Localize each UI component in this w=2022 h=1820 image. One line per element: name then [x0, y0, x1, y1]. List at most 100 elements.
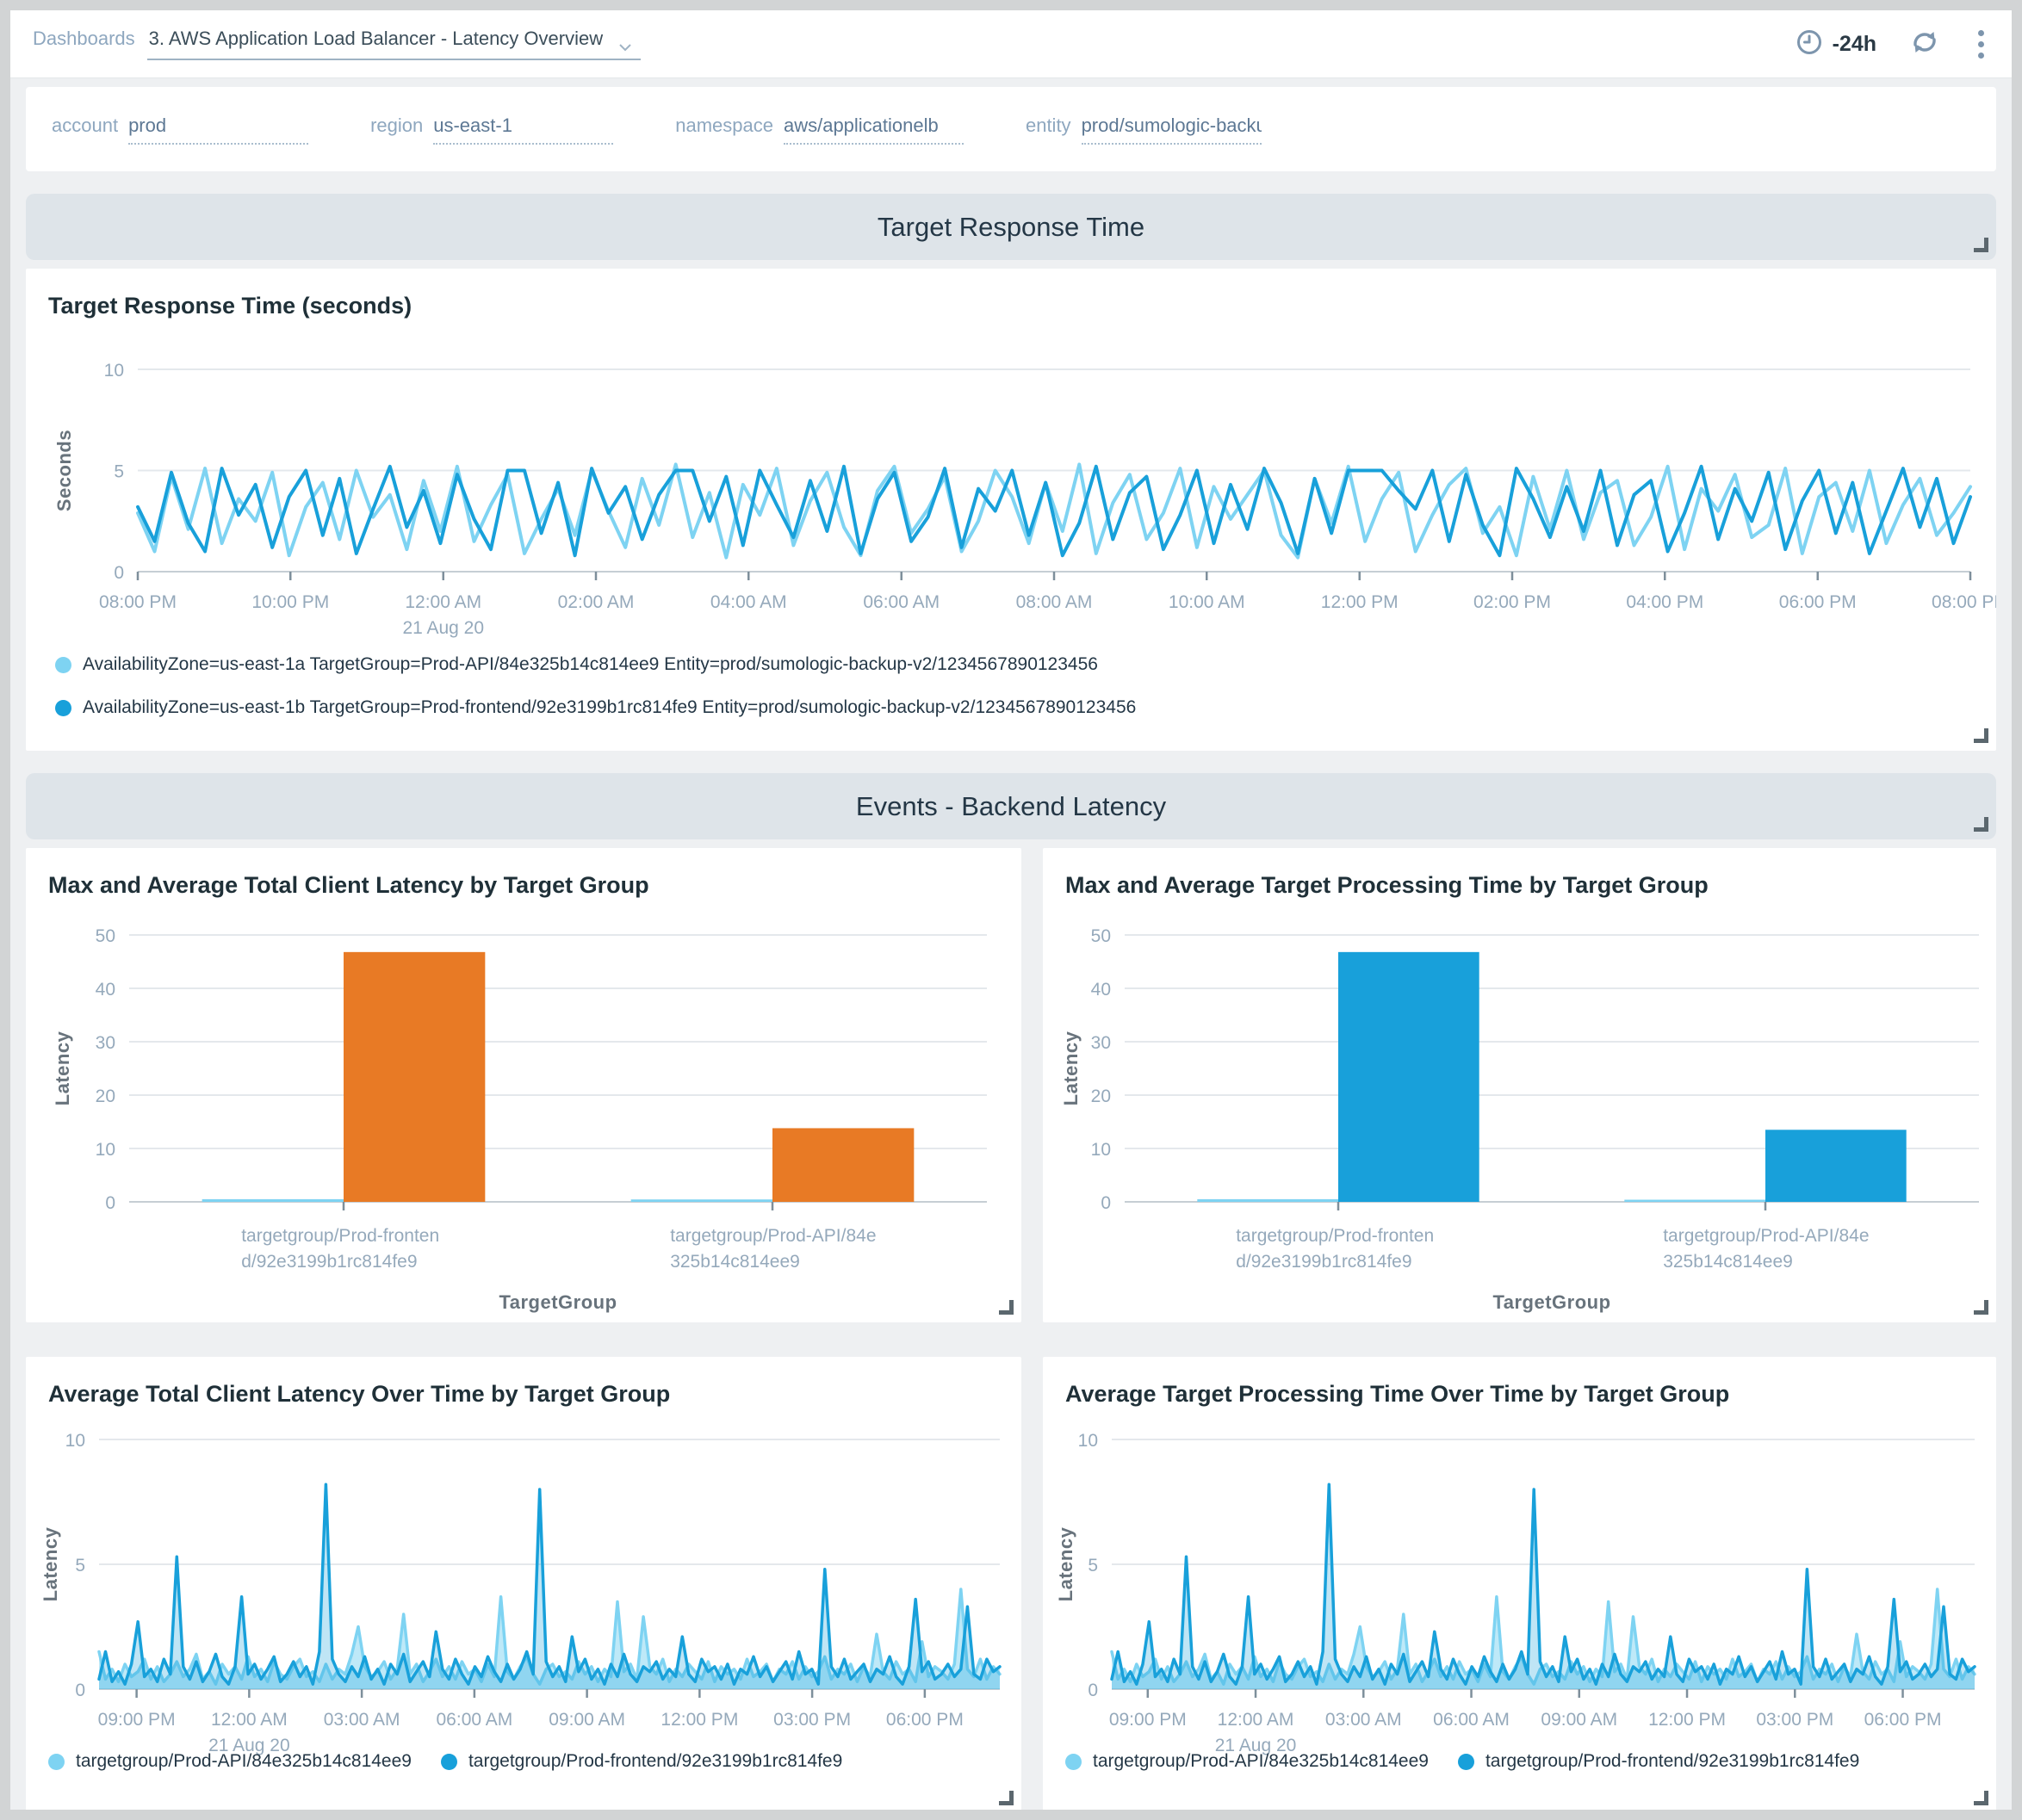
svg-text:Latency: Latency	[52, 1031, 73, 1105]
time-range-value: -24h	[1833, 32, 1876, 57]
clock-icon	[1796, 29, 1822, 59]
svg-text:02:00 AM: 02:00 AM	[558, 592, 635, 612]
target-response-time-chart[interactable]: 0510Seconds08:00 PM10:00 PM12:00 AM21 Au…	[26, 329, 1996, 660]
svg-text:40: 40	[96, 980, 115, 1000]
svg-text:10: 10	[1078, 1431, 1098, 1451]
filter-namespace-input[interactable]: aws/applicationelb	[784, 115, 964, 145]
legend-label: AvailabilityZone=us-east-1a TargetGroup=…	[83, 654, 1098, 675]
refresh-button[interactable]	[1909, 28, 1940, 61]
filter-account: account prod	[52, 115, 308, 145]
panel-avg-client-latency-over-time: Average Total Client Latency Over Time b…	[26, 1357, 1021, 1810]
section-header-events-backend-latency: Events - Backend Latency	[26, 773, 1996, 839]
filter-namespace-label: namespace	[675, 115, 773, 137]
client-latency-bar-chart[interactable]: 01020304050Latencytargetgroup/Prod-front…	[26, 908, 1021, 1317]
series-color-dot	[55, 700, 71, 716]
page-frame: Dashboards 3. AWS Application Load Balan…	[10, 10, 2012, 1810]
resize-corner-icon[interactable]	[1974, 817, 1988, 832]
svg-text:d/92e3199b1rc814fe9: d/92e3199b1rc814fe9	[241, 1252, 417, 1272]
svg-text:06:00 PM: 06:00 PM	[1864, 1710, 1942, 1730]
panel-target-response-time: Target Response Time (seconds) 0510Secon…	[26, 269, 1996, 751]
filter-region-label: region	[370, 115, 423, 137]
filter-region: region us-east-1	[370, 115, 613, 145]
svg-text:325b14c814ee9: 325b14c814ee9	[1663, 1252, 1793, 1272]
kebab-menu-icon[interactable]	[1973, 25, 1989, 64]
svg-text:0: 0	[114, 563, 124, 583]
client-latency-time-chart[interactable]: 0510Latency09:00 PM12:00 AM21 Aug 2003:0…	[26, 1417, 1021, 1766]
panel-max-avg-target-processing: Max and Average Target Processing Time b…	[1043, 848, 1996, 1322]
chevron-down-icon	[618, 34, 632, 57]
top-bar-actions: -24h	[1796, 25, 1989, 64]
resize-corner-icon[interactable]	[1974, 238, 1988, 252]
legend-item[interactable]: AvailabilityZone=us-east-1a TargetGroup=…	[55, 654, 1136, 675]
svg-text:10:00 AM: 10:00 AM	[1169, 592, 1245, 612]
section-title: Target Response Time	[878, 212, 1144, 243]
dashboard-page: Dashboards 3. AWS Application Load Balan…	[0, 0, 2022, 1820]
svg-text:20: 20	[96, 1086, 115, 1106]
breadcrumb: Dashboards 3. AWS Application Load Balan…	[33, 28, 641, 60]
svg-text:06:00 PM: 06:00 PM	[886, 1710, 964, 1730]
resize-corner-icon[interactable]	[999, 1791, 1014, 1805]
time-range-picker[interactable]: -24h	[1796, 29, 1876, 59]
svg-text:09:00 AM: 09:00 AM	[1541, 1710, 1617, 1730]
legend-item[interactable]: targetgroup/Prod-API/84e325b14c814ee9	[1065, 1751, 1429, 1772]
svg-text:Latency: Latency	[1055, 1526, 1076, 1601]
svg-text:04:00 PM: 04:00 PM	[1626, 592, 1703, 612]
legend-item[interactable]: targetgroup/Prod-frontend/92e3199b1rc814…	[1458, 1751, 1859, 1772]
legend-label: targetgroup/Prod-API/84e325b14c814ee9	[1093, 1751, 1429, 1772]
svg-text:40: 40	[1091, 980, 1111, 1000]
svg-text:0: 0	[1088, 1681, 1098, 1700]
svg-text:06:00 PM: 06:00 PM	[1779, 592, 1857, 612]
svg-text:10: 10	[65, 1431, 85, 1451]
svg-text:12:00 PM: 12:00 PM	[1648, 1710, 1726, 1730]
series-color-dot	[1458, 1754, 1474, 1770]
target-processing-bar-chart[interactable]: 01020304050Latencytargetgroup/Prod-front…	[1043, 908, 1996, 1317]
filter-entity-input[interactable]: prod/sumologic-backup	[1082, 115, 1262, 145]
svg-text:5: 5	[75, 1556, 85, 1575]
legend-label: targetgroup/Prod-API/84e325b14c814ee9	[76, 1751, 412, 1772]
legend-item[interactable]: targetgroup/Prod-API/84e325b14c814ee9	[48, 1751, 412, 1772]
svg-text:20: 20	[1091, 1086, 1111, 1106]
svg-text:5: 5	[1088, 1556, 1098, 1575]
resize-corner-icon[interactable]	[1974, 1791, 1988, 1805]
filter-account-input[interactable]: prod	[128, 115, 308, 145]
breadcrumb-dashboards[interactable]: Dashboards	[33, 28, 135, 50]
svg-text:03:00 PM: 03:00 PM	[773, 1710, 851, 1730]
resize-corner-icon[interactable]	[1974, 1300, 1988, 1315]
svg-text:0: 0	[75, 1681, 85, 1700]
legend-item[interactable]: targetgroup/Prod-frontend/92e3199b1rc814…	[441, 1751, 842, 1772]
svg-text:30: 30	[96, 1033, 115, 1053]
chart-legend: AvailabilityZone=us-east-1a TargetGroup=…	[55, 654, 1136, 718]
legend-label: AvailabilityZone=us-east-1b TargetGroup=…	[83, 697, 1136, 718]
svg-text:09:00 AM: 09:00 AM	[549, 1710, 625, 1730]
svg-text:10:00 PM: 10:00 PM	[251, 592, 329, 612]
svg-text:Latency: Latency	[40, 1526, 61, 1601]
filter-account-label: account	[52, 115, 118, 137]
svg-text:targetgroup/Prod-API/84e: targetgroup/Prod-API/84e	[1663, 1226, 1869, 1246]
series-color-dot	[55, 657, 71, 673]
resize-corner-icon[interactable]	[1974, 728, 1988, 743]
panel-title: Max and Average Total Client Latency by …	[48, 872, 649, 899]
svg-text:TargetGroup: TargetGroup	[499, 1291, 617, 1313]
dashboard-title-dropdown[interactable]: 3. AWS Application Load Balancer - Laten…	[147, 28, 641, 60]
panel-title: Target Response Time (seconds)	[48, 293, 412, 319]
svg-text:08:00 PM: 08:00 PM	[99, 592, 177, 612]
panel-avg-target-processing-over-time: Average Target Processing Time Over Time…	[1043, 1357, 1996, 1810]
resize-corner-icon[interactable]	[999, 1300, 1014, 1315]
filter-region-input[interactable]: us-east-1	[433, 115, 613, 145]
svg-text:targetgroup/Prod-fronten: targetgroup/Prod-fronten	[241, 1226, 439, 1246]
panel-title: Average Target Processing Time Over Time…	[1065, 1381, 1729, 1408]
svg-text:Latency: Latency	[1060, 1031, 1082, 1105]
bar-charts-row: Max and Average Total Client Latency by …	[26, 839, 1996, 1322]
svg-text:5: 5	[114, 462, 124, 482]
svg-text:325b14c814ee9: 325b14c814ee9	[670, 1252, 800, 1272]
svg-text:21 Aug 20: 21 Aug 20	[402, 618, 484, 638]
legend-item[interactable]: AvailabilityZone=us-east-1b TargetGroup=…	[55, 697, 1136, 718]
svg-text:04:00 AM: 04:00 AM	[710, 592, 787, 612]
svg-text:09:00 PM: 09:00 PM	[98, 1710, 176, 1730]
series-color-dot	[48, 1754, 65, 1770]
filter-bar: account prod region us-east-1 namespace …	[26, 87, 1996, 171]
target-processing-time-chart[interactable]: 0510Latency09:00 PM12:00 AM21 Aug 2003:0…	[1043, 1417, 1996, 1766]
svg-text:12:00 PM: 12:00 PM	[1321, 592, 1399, 612]
chart-legend: targetgroup/Prod-API/84e325b14c814ee9 ta…	[48, 1751, 842, 1772]
svg-text:50: 50	[96, 926, 115, 946]
